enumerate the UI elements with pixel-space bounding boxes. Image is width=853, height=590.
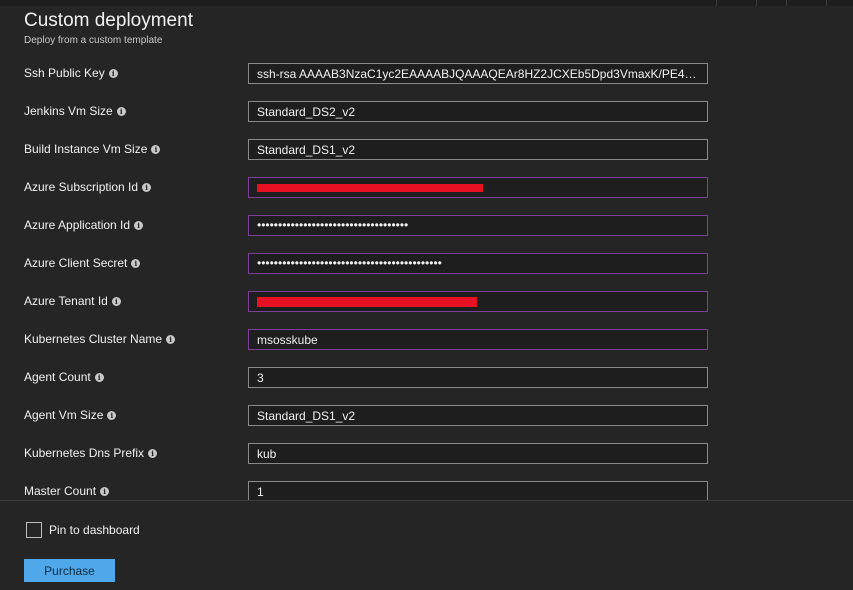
- param-label-text: Azure Application Id: [24, 218, 131, 232]
- azure-application-id-input[interactable]: ••••••••••••••••••••••••••••••••••••: [248, 215, 708, 236]
- azure-subscription-id-input[interactable]: [248, 177, 708, 198]
- param-row-ssh-public-key: Ssh Public Key i ssh-rsa AAAAB3NzaC1yc2EA…: [0, 58, 853, 96]
- info-icon[interactable]: i: [166, 334, 176, 344]
- pin-to-dashboard-label[interactable]: Pin to dashboard: [49, 523, 140, 537]
- top-bar-divider: [716, 0, 717, 6]
- azure-tenant-id-input[interactable]: [248, 291, 708, 312]
- build-instance-vm-size-input[interactable]: Standard_DS1_v2: [248, 139, 708, 160]
- param-row-agent-count: Agent Count i 3: [0, 362, 853, 400]
- blade-subtitle: Deploy from a custom template: [24, 35, 163, 46]
- param-label-text: Agent Vm Size: [24, 408, 104, 422]
- param-label: Master Count i: [24, 484, 110, 498]
- param-label: Azure Tenant Id i: [24, 294, 121, 308]
- info-icon[interactable]: i: [134, 220, 144, 230]
- param-label-text: Azure Client Secret: [24, 256, 128, 270]
- custom-deployment-blade: Custom deployment Deploy from a custom t…: [0, 0, 853, 590]
- param-row-master-count: Master Count i 1: [0, 476, 853, 500]
- param-label: Azure Client Secret i: [24, 256, 141, 270]
- redaction-mark: [257, 297, 477, 307]
- param-row-azure-client-secret: Azure Client Secret i •••••••••••••••••••…: [0, 248, 853, 286]
- master-count-input[interactable]: 1: [248, 481, 708, 500]
- param-label-text: Azure Subscription Id: [24, 180, 139, 194]
- info-icon[interactable]: i: [116, 106, 126, 116]
- param-label-text: Kubernetes Cluster Name: [24, 332, 163, 346]
- kubernetes-cluster-name-input[interactable]: msosskube: [248, 329, 708, 350]
- pin-to-dashboard-checkbox[interactable]: [26, 522, 42, 538]
- param-label-text: Master Count: [24, 484, 97, 498]
- param-row-azure-subscription-id: Azure Subscription Id i: [0, 172, 853, 210]
- param-label: Ssh Public Key i: [24, 66, 118, 80]
- top-bar-divider: [826, 0, 827, 6]
- param-label: Azure Application Id i: [24, 218, 144, 232]
- info-icon[interactable]: i: [100, 486, 110, 496]
- top-bar-divider: [786, 0, 787, 6]
- param-row-agent-vm-size: Agent Vm Size i Standard_DS1_v2: [0, 400, 853, 438]
- info-icon[interactable]: i: [131, 258, 141, 268]
- parameters-form: Ssh Public Key i ssh-rsa AAAAB3NzaC1yc2EA…: [0, 58, 853, 500]
- ssh-public-key-input[interactable]: ssh-rsa AAAAB3NzaC1yc2EAAAABJQAAAQEAr8HZ…: [248, 63, 708, 84]
- param-label: Kubernetes Dns Prefix i: [24, 446, 158, 460]
- param-label: Kubernetes Cluster Name i: [24, 332, 176, 346]
- param-label-text: Ssh Public Key: [24, 66, 105, 80]
- top-bar-divider: [756, 0, 757, 6]
- info-icon[interactable]: i: [151, 144, 161, 154]
- info-icon[interactable]: i: [142, 182, 152, 192]
- agent-vm-size-input[interactable]: Standard_DS1_v2: [248, 405, 708, 426]
- jenkins-vm-size-input[interactable]: Standard_DS2_v2: [248, 101, 708, 122]
- info-icon[interactable]: i: [111, 296, 121, 306]
- kubernetes-dns-prefix-input[interactable]: kub: [248, 443, 708, 464]
- info-icon[interactable]: i: [107, 410, 117, 420]
- param-row-build-instance-vm-size: Build Instance Vm Size i Standard_DS1_v2: [0, 134, 853, 172]
- blade-top-bar: [0, 0, 853, 6]
- blade-footer: Pin to dashboard Purchase: [0, 501, 853, 590]
- param-label: Agent Count i: [24, 370, 104, 384]
- param-label-text: Agent Count: [24, 370, 91, 384]
- info-icon[interactable]: i: [108, 68, 118, 78]
- param-label: Agent Vm Size i: [24, 408, 117, 422]
- blade-title: Custom deployment: [24, 10, 193, 31]
- param-row-jenkins-vm-size: Jenkins Vm Size i Standard_DS2_v2: [0, 96, 853, 134]
- param-label: Jenkins Vm Size i: [24, 104, 126, 118]
- param-row-kubernetes-cluster-name: Kubernetes Cluster Name i msosskube: [0, 324, 853, 362]
- param-label-text: Build Instance Vm Size: [24, 142, 148, 156]
- purchase-button[interactable]: Purchase: [24, 559, 115, 582]
- param-label-text: Kubernetes Dns Prefix: [24, 446, 145, 460]
- info-icon[interactable]: i: [148, 448, 158, 458]
- info-icon[interactable]: i: [94, 372, 104, 382]
- param-label: Azure Subscription Id i: [24, 180, 152, 194]
- azure-client-secret-input[interactable]: ••••••••••••••••••••••••••••••••••••••••…: [248, 253, 708, 274]
- param-label-text: Jenkins Vm Size: [24, 104, 113, 118]
- param-row-azure-tenant-id: Azure Tenant Id i: [0, 286, 853, 324]
- param-label: Build Instance Vm Size i: [24, 142, 161, 156]
- param-row-kubernetes-dns-prefix: Kubernetes Dns Prefix i kub: [0, 438, 853, 476]
- param-label-text: Azure Tenant Id: [24, 294, 108, 308]
- redaction-mark: [257, 184, 483, 192]
- agent-count-input[interactable]: 3: [248, 367, 708, 388]
- param-row-azure-application-id: Azure Application Id i ••••••••••••••••••…: [0, 210, 853, 248]
